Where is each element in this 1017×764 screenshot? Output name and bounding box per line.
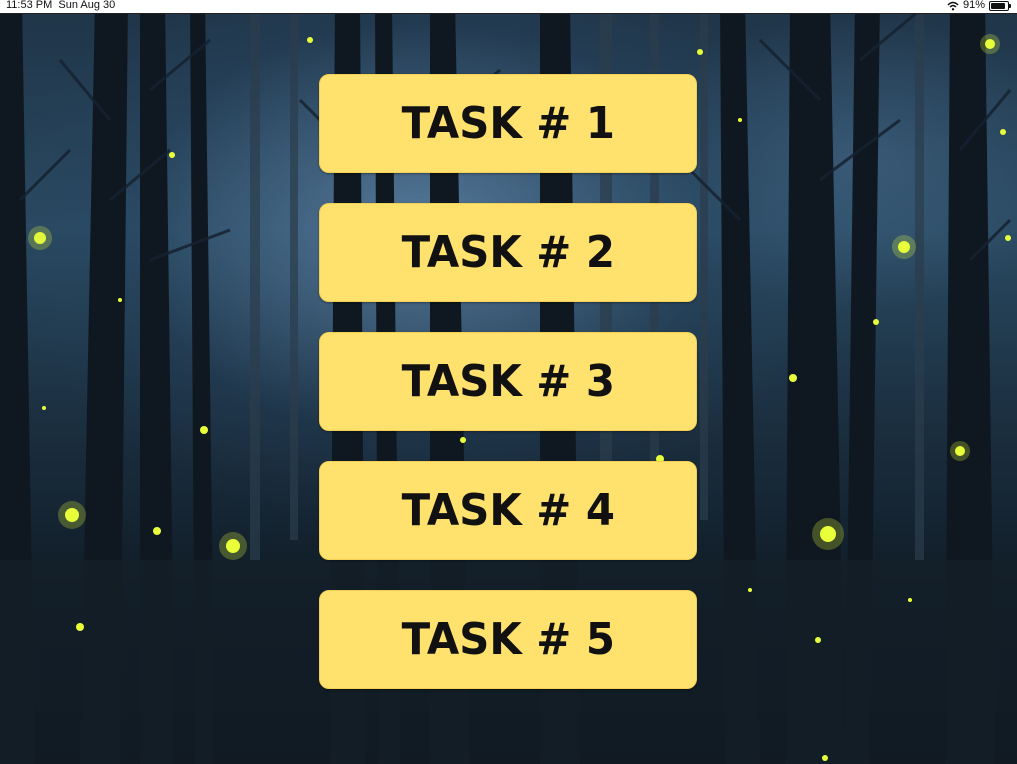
task-1-label: TASK # 1 [401, 98, 615, 149]
battery-percent: 91% [962, 0, 985, 11]
status-time: 11:53 PM Sun Aug 30 [6, 0, 115, 12]
task-1-button[interactable]: TASK # 1 [319, 74, 697, 173]
task-4-label: TASK # 4 [401, 485, 615, 536]
status-date: Sun Aug 30 [58, 0, 116, 11]
task-3-label: TASK # 3 [401, 356, 615, 407]
task-2-label: TASK # 2 [401, 227, 615, 278]
task-3-button[interactable]: TASK # 3 [319, 332, 697, 431]
wifi-icon [947, 1, 959, 10]
task-5-label: TASK # 5 [401, 614, 615, 665]
status-indicators: 91% [947, 0, 1011, 12]
task-5-button[interactable]: TASK # 5 [319, 590, 697, 689]
status-time-value: 11:53 PM [6, 0, 53, 11]
status-bar: 11:53 PM Sun Aug 30 91% [0, 0, 1017, 14]
task-2-button[interactable]: TASK # 2 [319, 203, 697, 302]
task-4-button[interactable]: TASK # 4 [319, 461, 697, 560]
task-list: TASK # 1 TASK # 2 TASK # 3 TASK # 4 TASK… [319, 74, 699, 719]
battery-icon [989, 0, 1011, 11]
